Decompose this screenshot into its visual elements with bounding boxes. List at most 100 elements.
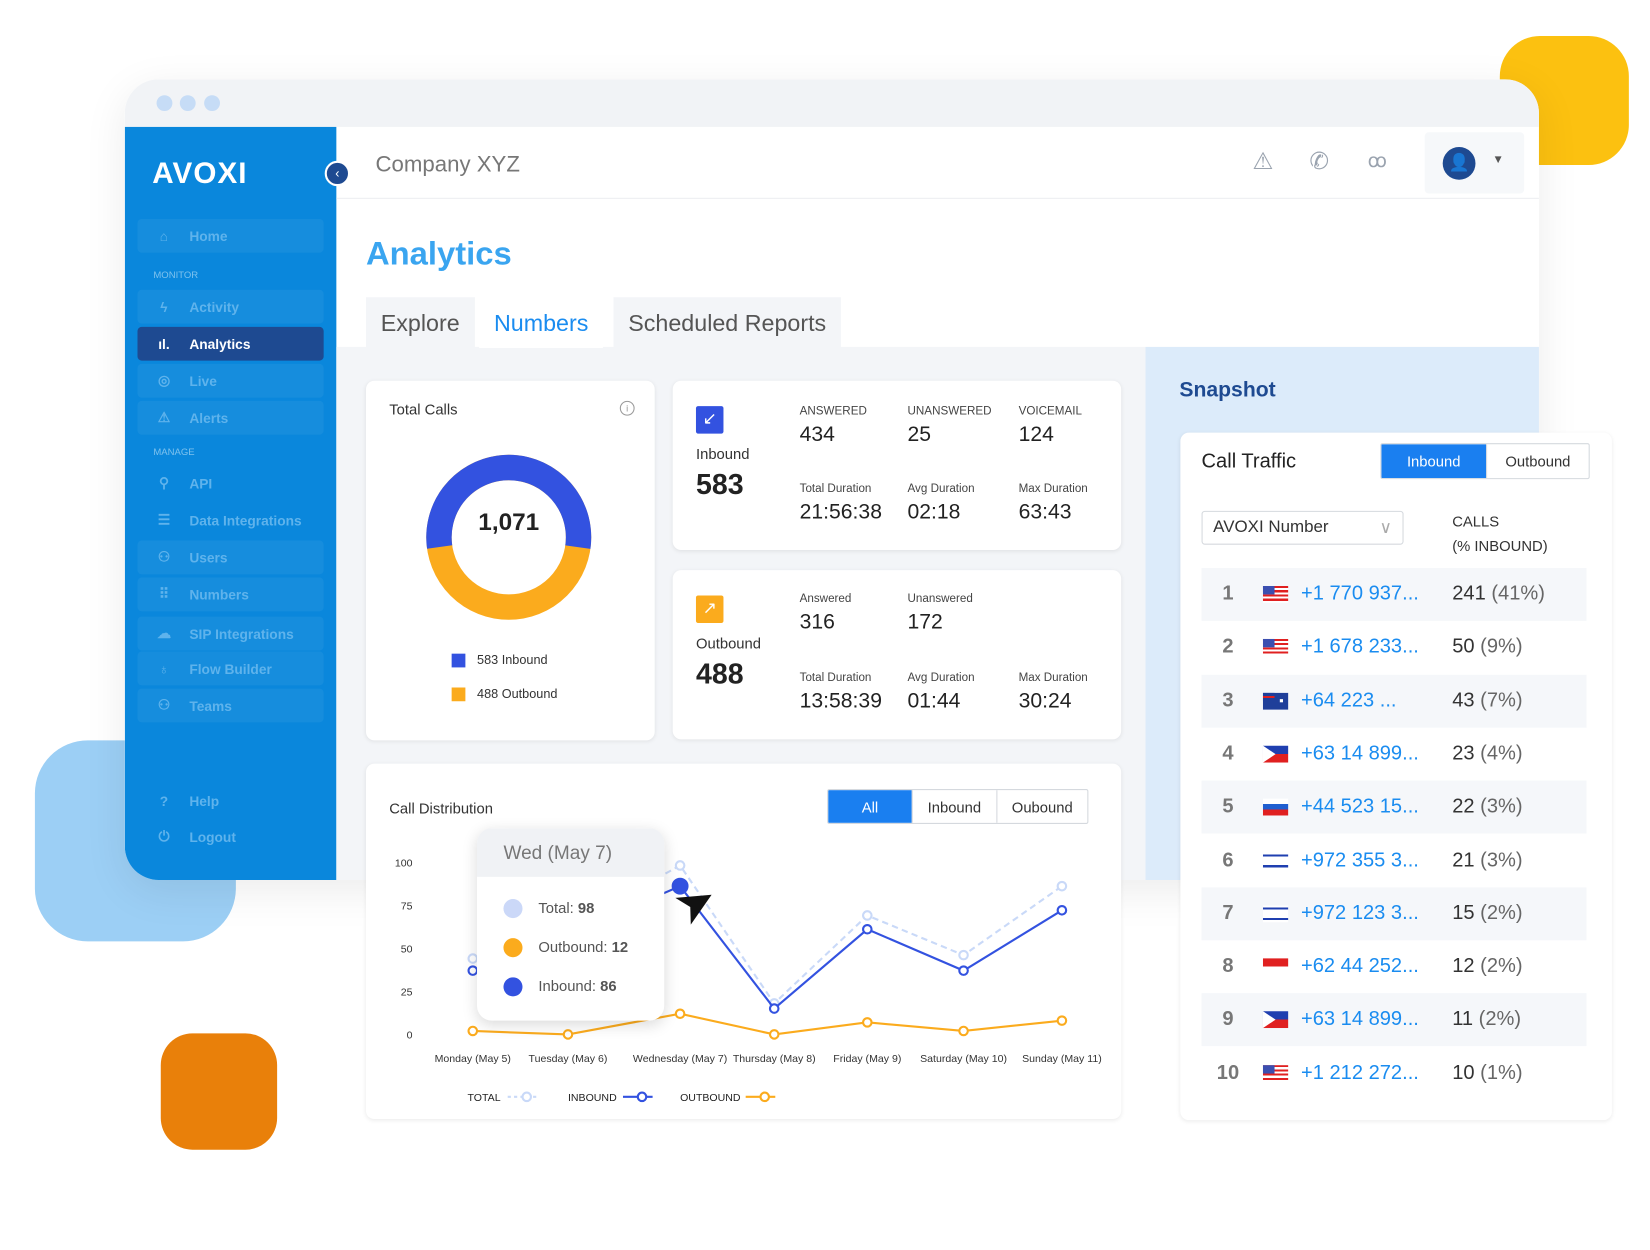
phone-number-link[interactable]: +1 212 272... — [1301, 1062, 1452, 1085]
chart-tooltip: Wed (May 7) Total: 98 Outbound: 12 Inbound… — [477, 828, 665, 1021]
x-tick-label: Monday (May 5) — [435, 1053, 511, 1065]
x-tick-label: Saturday (May 10) — [920, 1053, 1007, 1065]
calls-count: 241 — [1452, 582, 1486, 606]
legend-marker — [521, 1091, 533, 1103]
data-point-total — [1056, 880, 1068, 892]
y-tick-label: 25 — [401, 987, 413, 999]
phone-number-link[interactable]: +63 14 899... — [1301, 1008, 1452, 1031]
legend-label-total: TOTAL — [468, 1092, 501, 1104]
rank: 3 — [1222, 689, 1234, 712]
header-line: (% INBOUND) — [1452, 537, 1548, 555]
calls-percent: (1%) — [1480, 1061, 1523, 1084]
table-row[interactable]: 4 +63 14 899... 23 (4%) — [1202, 728, 1587, 781]
calls-percent: (4%) — [1480, 742, 1523, 765]
select-value: AVOXI Number — [1213, 518, 1329, 537]
flag-au-icon — [1262, 692, 1289, 710]
data-point-outbound — [467, 1025, 479, 1037]
calls-count: 10 — [1452, 1061, 1475, 1084]
y-tick-label: 100 — [395, 857, 413, 869]
flag-us-icon — [1262, 1064, 1289, 1082]
calls-percent: (9%) — [1480, 635, 1523, 659]
tooltip-item-value: 12 — [611, 938, 629, 956]
tooltip-swatch — [503, 899, 523, 919]
header-line: CALLS — [1452, 512, 1500, 530]
flag-si-icon — [1262, 798, 1289, 816]
calls-count: 50 — [1452, 635, 1475, 659]
table-row[interactable]: 2 +1 678 233... 50 (9%) — [1202, 621, 1587, 674]
table-row[interactable]: 3 +64 223 ... 43 (7%) — [1201, 674, 1587, 728]
table-row[interactable]: 8 +62 44 252... 12 (2%) — [1202, 940, 1587, 993]
flag-us-icon — [1262, 585, 1289, 603]
phone-number-link[interactable]: +1 678 233... — [1301, 636, 1452, 659]
data-point-outbound — [1056, 1015, 1068, 1026]
data-point-inbound — [467, 965, 479, 976]
calls-value: 15 (2%) — [1452, 902, 1522, 925]
data-point-outbound — [674, 1008, 686, 1020]
tooltip-item: Inbound: 86 — [538, 977, 616, 994]
flag-ph-icon — [1262, 1011, 1289, 1029]
tooltip-item-value: 98 — [577, 899, 595, 916]
data-point-outbound — [958, 1025, 969, 1037]
rank: 8 — [1222, 955, 1234, 978]
snapshot-title: Snapshot — [1179, 378, 1276, 402]
table-row[interactable]: 5 +44 523 15... 22 (3%) — [1201, 780, 1587, 834]
calls-percent: (2%) — [1478, 1008, 1522, 1031]
tooltip-item-value: 86 — [600, 977, 617, 995]
calls-column-header: CALLS (% INBOUND) — [1452, 510, 1547, 559]
calls-value: 10 (1%) — [1452, 1062, 1522, 1085]
rank: 10 — [1216, 1061, 1240, 1084]
calls-count: 21 — [1452, 848, 1475, 872]
phone-number-link[interactable]: +63 14 899... — [1301, 742, 1452, 765]
chevron-down-icon: ∨ — [1379, 519, 1392, 538]
calls-value: 22 (3%) — [1452, 796, 1522, 819]
x-tick-label: Sunday (May 11) — [1022, 1053, 1102, 1065]
flag-ph-icon — [1262, 745, 1289, 763]
traffic-toggle: Inbound Outbound — [1380, 443, 1590, 480]
toggle-inbound[interactable]: Inbound — [1381, 444, 1487, 479]
calls-percent: (2%) — [1480, 902, 1523, 925]
phone-number-link[interactable]: +972 123 3... — [1301, 902, 1452, 925]
calls-value: 11 (2%) — [1452, 1008, 1521, 1031]
rank: 9 — [1222, 1008, 1234, 1031]
phone-number-link[interactable]: +62 44 252... — [1301, 955, 1452, 978]
phone-number-link[interactable]: +972 355 3... — [1301, 849, 1452, 872]
flag-id-icon — [1262, 958, 1289, 976]
y-tick-label: 75 — [401, 900, 413, 912]
data-point-total — [467, 953, 479, 964]
collapse-sidebar-button[interactable]: ‹ — [324, 160, 351, 187]
phone-number-link[interactable]: +64 223 ... — [1301, 689, 1452, 712]
call-traffic-card: Call Traffic Inbound Outbound AVOXI Numb… — [1180, 432, 1612, 1121]
rank: 6 — [1222, 848, 1234, 872]
calls-percent: (2%) — [1480, 955, 1523, 978]
calls-count: 23 — [1452, 742, 1475, 765]
calls-count: 12 — [1452, 955, 1475, 978]
tooltip-item-label: Total: — [538, 899, 578, 916]
legend-marker — [636, 1091, 648, 1103]
calls-count: 43 — [1452, 689, 1475, 712]
tooltip-swatch — [503, 977, 523, 997]
x-tick-label: Tuesday (May 6) — [529, 1053, 608, 1065]
toggle-outbound[interactable]: Outbound — [1486, 444, 1589, 479]
table-row[interactable]: 7 +972 123 3... 15 (2%) — [1201, 887, 1587, 941]
calls-value: 21 (3%) — [1452, 849, 1522, 872]
tooltip-item: Outbound: 12 — [538, 938, 628, 955]
calls-percent: (7%) — [1480, 689, 1523, 712]
table-row[interactable]: 9 +63 14 899... 11 (2%) — [1201, 993, 1587, 1047]
phone-number-link[interactable]: +44 523 15... — [1301, 796, 1452, 819]
table-row[interactable]: 1 +1 770 937... 241 (41%) — [1201, 567, 1587, 621]
calls-value: 43 (7%) — [1452, 689, 1522, 712]
calls-value: 23 (4%) — [1452, 742, 1522, 765]
data-point-outbound — [768, 1029, 780, 1040]
phone-number-link[interactable]: +1 770 937... — [1301, 583, 1452, 606]
data-point-inbound — [768, 1003, 780, 1014]
calls-count: 15 — [1452, 902, 1475, 925]
flag-il-icon — [1262, 851, 1289, 869]
rank: 2 — [1222, 635, 1234, 659]
number-select[interactable]: AVOXI Number ∨ — [1201, 510, 1404, 545]
rank: 4 — [1222, 742, 1234, 765]
data-point-outbound — [562, 1029, 574, 1040]
table-row[interactable]: 6 +972 355 3... 21 (3%) — [1202, 834, 1587, 887]
y-tick-label: 0 — [407, 1030, 413, 1042]
table-row[interactable]: 10 +1 212 272... 10 (1%) — [1202, 1047, 1587, 1100]
legend-label-outbound: OUTBOUND — [680, 1092, 741, 1104]
